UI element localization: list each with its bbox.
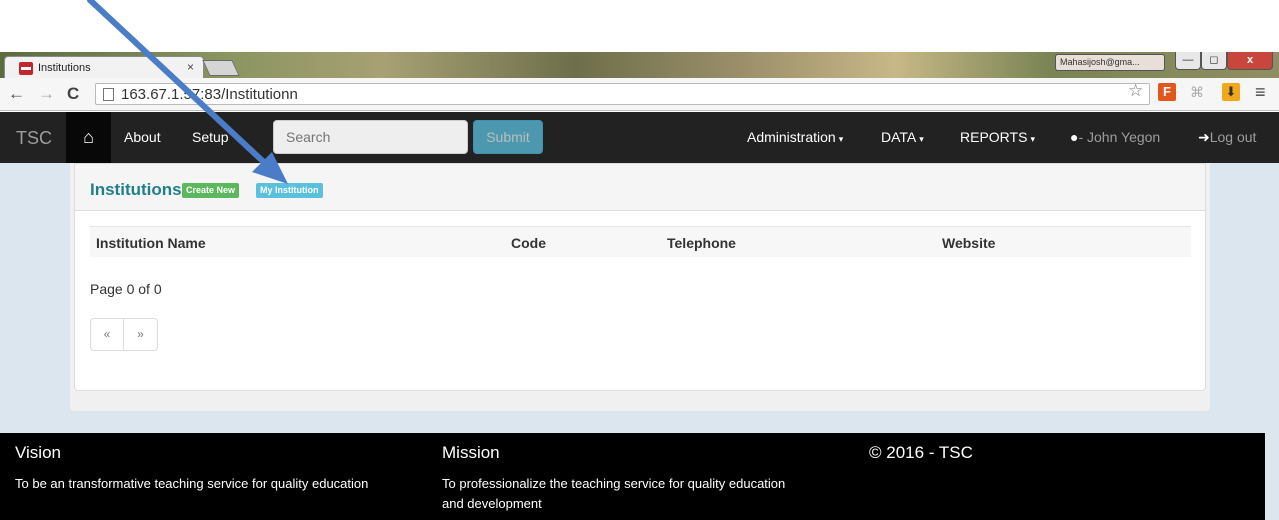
top-blank-area	[0, 0, 1279, 52]
nav-reports-label: REPORTS	[960, 129, 1028, 145]
bookmark-star-icon[interactable]: ☆	[1128, 81, 1143, 101]
pagination-next-button[interactable]: »	[124, 319, 157, 350]
browser-menu-icon[interactable]: ≡	[1255, 82, 1266, 103]
submit-button[interactable]: Submit	[473, 120, 543, 154]
nav-logout[interactable]: ➜Log out	[1198, 129, 1256, 146]
footer-mission-text: To professionalize the teaching service …	[442, 474, 785, 514]
chevron-down-icon: ▾	[919, 134, 924, 144]
download-extension-icon[interactable]: ⬇	[1222, 83, 1240, 101]
panel-heading: Institutions Create New My Institution	[75, 164, 1205, 211]
close-window-button[interactable]: x	[1227, 52, 1273, 70]
footer-mission-line-1: To professionalize the teaching service …	[442, 476, 786, 491]
my-institution-button[interactable]: My Institution	[256, 183, 323, 198]
footer-mission-line-2: and development	[442, 496, 542, 511]
address-bar[interactable]: 163.67.1.57:83/Institutionn	[95, 83, 1150, 105]
new-tab-button[interactable]	[202, 60, 240, 76]
footer: Vision To be an transformative teaching …	[0, 433, 1265, 520]
back-arrow-icon[interactable]: ←	[8, 84, 25, 104]
nav-administration-label: Administration	[747, 129, 836, 145]
browser-tab-strip: Institutions × Mahasijosh@gma... — ◻ x	[0, 52, 1279, 78]
footer-vision-text: To be an transformative teaching service…	[15, 476, 369, 491]
maximize-window-button[interactable]: ◻	[1201, 52, 1227, 70]
nav-about[interactable]: About	[124, 129, 161, 145]
pagination: « »	[90, 318, 158, 351]
footer-copyright: © 2016 - TSC	[869, 443, 973, 462]
search-input[interactable]	[273, 120, 468, 154]
app-navbar: TSC ⌂ About Setup Submit Administration▾…	[0, 112, 1279, 163]
browser-user-badge[interactable]: Mahasijosh@gma...	[1055, 54, 1165, 71]
flag-favicon-icon	[19, 62, 33, 75]
browser-tab-title: Institutions	[38, 62, 91, 74]
chevron-down-icon: ▾	[838, 134, 844, 144]
page-icon	[103, 88, 114, 101]
forward-arrow-icon[interactable]: →	[38, 84, 55, 104]
nav-administration-dropdown[interactable]: Administration ▾	[747, 129, 843, 145]
institutions-panel: Institutions Create New My Institution I…	[74, 163, 1206, 391]
create-new-button[interactable]: Create New	[182, 183, 240, 198]
extension-icon[interactable]: ⌘	[1190, 84, 1204, 101]
home-icon[interactable]: ⌂	[66, 112, 111, 163]
url-text: 163.67.1.57:83/Institutionn	[121, 86, 298, 103]
nav-data-label: DATA	[881, 129, 917, 145]
table-header-row: Institution Name Code Telephone Website	[90, 226, 1191, 257]
right-edge-strip	[1265, 433, 1279, 520]
column-header-institution-name[interactable]: Institution Name	[96, 235, 206, 251]
flash-extension-icon[interactable]: F	[1158, 83, 1176, 101]
chevron-down-icon: ▾	[1030, 134, 1035, 144]
column-header-telephone[interactable]: Telephone	[667, 235, 736, 251]
browser-toolbar: ← → C 163.67.1.57:83/Institutionn ☆ F ⌘ …	[0, 78, 1279, 111]
footer-mission-title: Mission	[442, 443, 500, 462]
pagination-info: Page 0 of 0	[90, 281, 162, 297]
browser-tab[interactable]: Institutions ×	[4, 56, 204, 78]
nav-data-dropdown[interactable]: DATA ▾	[881, 129, 924, 145]
close-tab-icon[interactable]: ×	[187, 60, 194, 74]
nav-user[interactable]: ●- John Yegon	[1070, 129, 1160, 145]
column-header-code[interactable]: Code	[511, 235, 546, 251]
nav-logout-label: Log out	[1209, 129, 1257, 145]
nav-setup[interactable]: Setup	[192, 129, 229, 145]
reload-icon[interactable]: C	[67, 84, 79, 104]
logout-icon: ➜	[1198, 129, 1210, 145]
nav-reports-dropdown[interactable]: REPORTS ▾	[960, 129, 1035, 145]
column-header-website[interactable]: Website	[942, 235, 995, 251]
nav-user-label: - John Yegon	[1078, 129, 1161, 145]
page-title: Institutions	[90, 180, 182, 199]
minimize-window-button[interactable]: —	[1175, 52, 1201, 70]
footer-vision-title: Vision	[15, 443, 61, 462]
pagination-prev-button[interactable]: «	[91, 319, 124, 350]
navbar-brand[interactable]: TSC	[16, 128, 52, 149]
